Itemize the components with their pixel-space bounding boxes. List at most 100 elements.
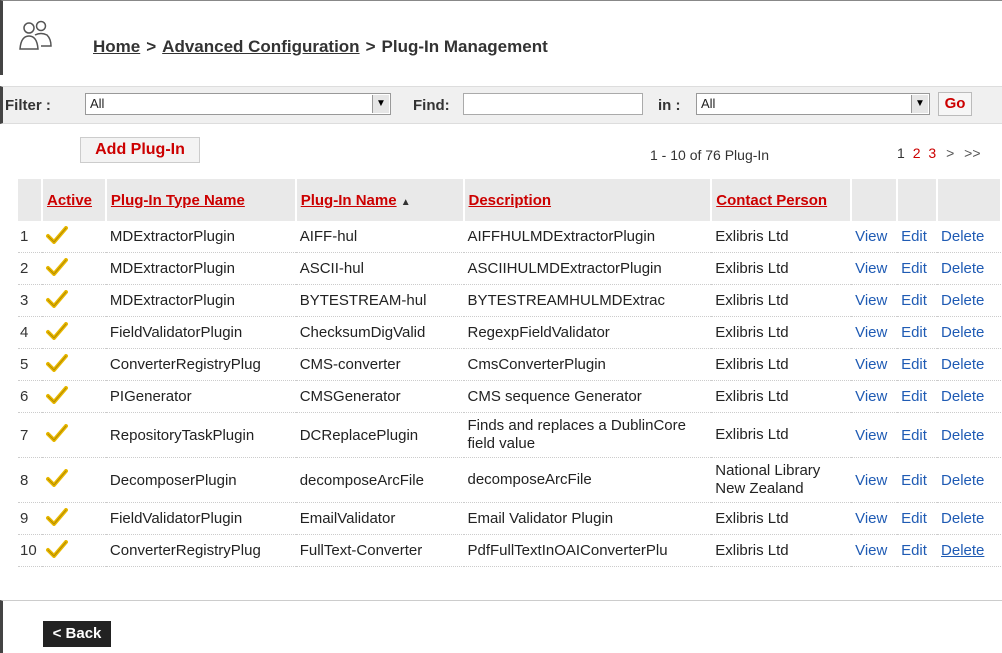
edit-link[interactable]: Edit: [901, 228, 927, 245]
active-cell: [41, 348, 106, 381]
filter-label: Filter :: [5, 97, 51, 114]
add-plugin-button[interactable]: Add Plug-In: [80, 137, 200, 163]
view-link[interactable]: View: [855, 228, 887, 245]
name-cell: CMSGenerator: [295, 380, 464, 413]
col-header-type[interactable]: Plug-In Type Name: [105, 179, 297, 221]
edit-link[interactable]: Edit: [901, 324, 927, 341]
results-count: 1 - 10 of 76 Plug-In: [650, 147, 770, 163]
page-link[interactable]: 2: [913, 145, 921, 161]
contact-cell: Exlibris Ltd: [711, 316, 852, 349]
last-page-link[interactable]: >>: [964, 145, 980, 161]
delete-link[interactable]: Delete: [941, 427, 984, 444]
col-header-active[interactable]: Active: [41, 179, 107, 221]
find-input[interactable]: [463, 93, 643, 115]
breadcrumb-advanced-link[interactable]: Advanced Configuration: [162, 37, 359, 56]
view-link[interactable]: View: [855, 472, 887, 489]
page-header: Home > Advanced Configuration > Plug-In Mana…: [0, 0, 1002, 75]
col-header-delete: [937, 179, 1002, 221]
filter-select-value: All: [90, 96, 105, 111]
sort-active-link[interactable]: Active: [47, 192, 92, 209]
type-cell: FieldValidatorPlugin: [105, 316, 296, 349]
sort-name-link[interactable]: Plug-In Name: [301, 192, 397, 209]
delete-link[interactable]: Delete: [941, 292, 984, 309]
view-link[interactable]: View: [855, 324, 887, 341]
sort-contact-link[interactable]: Contact Person: [716, 192, 827, 209]
edit-link[interactable]: Edit: [901, 472, 927, 489]
sort-description-link[interactable]: Description: [469, 192, 552, 209]
edit-link[interactable]: Edit: [901, 292, 927, 309]
page: Home > Advanced Configuration > Plug-In Mana…: [0, 0, 1002, 653]
filter-select[interactable]: All ▼: [85, 93, 391, 115]
view-link[interactable]: View: [855, 260, 887, 277]
type-cell: PIGenerator: [105, 380, 296, 413]
edit-link[interactable]: Edit: [901, 388, 927, 405]
next-page-link[interactable]: >: [946, 145, 954, 161]
description-cell: CMS sequence Generator: [463, 380, 712, 413]
delete-link[interactable]: Delete: [941, 542, 984, 559]
page-link[interactable]: 3: [928, 145, 936, 161]
col-header-contact[interactable]: Contact Person: [711, 179, 853, 221]
description-cell: RegexpFieldValidator: [463, 316, 712, 349]
edit-link[interactable]: Edit: [901, 356, 927, 373]
dropdown-arrow-icon: ▼: [372, 95, 389, 113]
edit-link[interactable]: Edit: [901, 260, 927, 277]
table-row: 4 FieldValidatorPlugin ChecksumDigValid Reg…: [18, 316, 1001, 349]
edit-link[interactable]: Edit: [901, 510, 927, 527]
type-cell: RepositoryTaskPlugin: [105, 412, 296, 458]
active-cell: [41, 252, 106, 285]
row-number: 1: [18, 221, 42, 253]
back-button[interactable]: < Back: [43, 621, 111, 647]
delete-link[interactable]: Delete: [941, 510, 984, 527]
delete-link[interactable]: Delete: [941, 260, 984, 277]
go-button[interactable]: Go: [938, 92, 972, 116]
name-cell: BYTESTREAM-hul: [295, 284, 464, 317]
contact-cell: Exlibris Ltd: [711, 221, 852, 253]
row-number: 5: [18, 348, 42, 381]
in-label: in :: [658, 97, 681, 114]
contact-cell: Exlibris Ltd: [711, 380, 852, 413]
delete-link[interactable]: Delete: [941, 356, 984, 373]
edit-link[interactable]: Edit: [901, 542, 927, 559]
delete-link[interactable]: Delete: [941, 324, 984, 341]
breadcrumb: Home > Advanced Configuration > Plug-In Mana…: [93, 37, 548, 57]
sort-type-link[interactable]: Plug-In Type Name: [111, 192, 245, 209]
table-header-row: Active Plug-In Type Name Plug-In Name ▲ …: [18, 179, 1002, 221]
breadcrumb-home-link[interactable]: Home: [93, 37, 140, 56]
description-cell: Email Validator Plugin: [463, 502, 712, 535]
table-row: 1 MDExtractorPlugin AIFF-hul AIFFHULMDExtra…: [18, 221, 1001, 253]
type-cell: ConverterRegistryPlug: [105, 534, 296, 567]
breadcrumb-separator: >: [146, 37, 157, 56]
view-link[interactable]: View: [855, 292, 887, 309]
view-link[interactable]: View: [855, 356, 887, 373]
active-cell: [41, 284, 106, 317]
view-link[interactable]: View: [855, 510, 887, 527]
type-cell: FieldValidatorPlugin: [105, 502, 296, 535]
check-icon: [45, 507, 68, 526]
view-link[interactable]: View: [855, 427, 887, 444]
contact-cell: Exlibris Ltd: [711, 502, 852, 535]
active-cell: [41, 534, 106, 567]
filter-bar: Filter : All ▼ Find: in : All ▼ Go: [0, 86, 1002, 124]
name-cell: EmailValidator: [295, 502, 464, 535]
active-cell: [41, 221, 106, 253]
type-cell: MDExtractorPlugin: [105, 252, 296, 285]
row-number: 8: [18, 457, 42, 503]
table-row: 3 MDExtractorPlugin BYTESTREAM-hul BYTESTRE…: [18, 284, 1001, 317]
in-select[interactable]: All ▼: [696, 93, 930, 115]
dropdown-arrow-icon: ▼: [911, 95, 928, 113]
col-header-description[interactable]: Description: [463, 179, 713, 221]
edit-link[interactable]: Edit: [901, 427, 927, 444]
delete-link[interactable]: Delete: [941, 388, 984, 405]
table-row: 2 MDExtractorPlugin ASCII-hul ASCIIHULMDExt…: [18, 252, 1001, 285]
page-footer: < Back: [0, 600, 1002, 653]
table-row: 10 ConverterRegistryPlug FullText-Converte…: [18, 534, 1001, 567]
name-cell: FullText-Converter: [295, 534, 464, 567]
delete-link[interactable]: Delete: [941, 472, 984, 489]
contact-cell: National Library New Zealand: [711, 457, 852, 503]
check-icon: [45, 225, 68, 244]
col-header-number: [18, 179, 43, 221]
delete-link[interactable]: Delete: [941, 228, 984, 245]
col-header-name[interactable]: Plug-In Name ▲: [295, 179, 465, 221]
view-link[interactable]: View: [855, 388, 887, 405]
view-link[interactable]: View: [855, 542, 887, 559]
